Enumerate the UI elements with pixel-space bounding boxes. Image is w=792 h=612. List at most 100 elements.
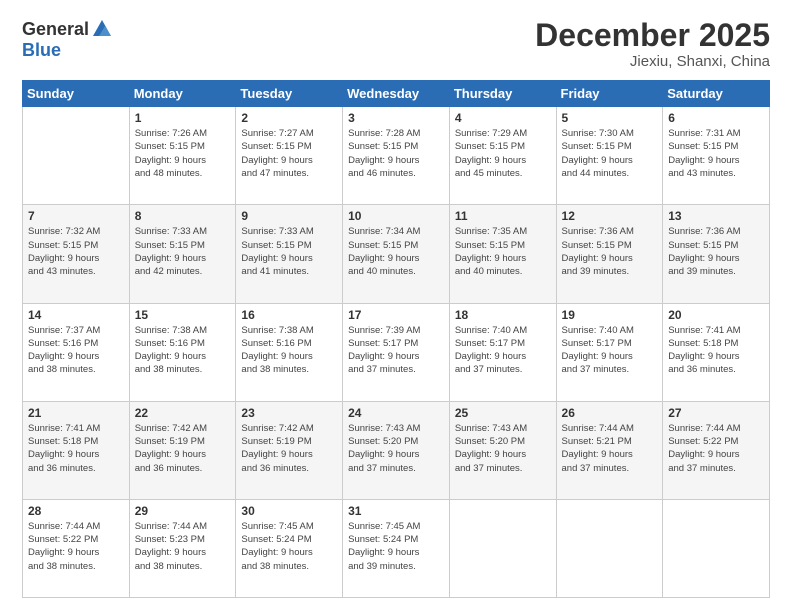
day-number: 20: [668, 308, 764, 322]
cell-line: and 38 minutes.: [135, 560, 231, 573]
cell-line: Sunset: 5:19 PM: [135, 435, 231, 448]
cell-line: Sunset: 5:22 PM: [668, 435, 764, 448]
table-row: 13Sunrise: 7:36 AMSunset: 5:15 PMDayligh…: [663, 205, 770, 303]
cell-line: Sunset: 5:19 PM: [241, 435, 337, 448]
cell-line: Daylight: 9 hours: [241, 546, 337, 559]
cell-line: Sunrise: 7:31 AM: [668, 127, 764, 140]
page: General Blue December 2025 Jiexiu, Shanx…: [0, 0, 792, 612]
day-number: 10: [348, 209, 444, 223]
table-row: 4Sunrise: 7:29 AMSunset: 5:15 PMDaylight…: [449, 107, 556, 205]
table-row: 27Sunrise: 7:44 AMSunset: 5:22 PMDayligh…: [663, 401, 770, 499]
day-number: 15: [135, 308, 231, 322]
cell-content: Sunrise: 7:42 AMSunset: 5:19 PMDaylight:…: [241, 422, 337, 475]
cell-line: Sunrise: 7:39 AM: [348, 324, 444, 337]
logo-icon: [91, 18, 113, 40]
day-number: 23: [241, 406, 337, 420]
cell-line: Sunset: 5:16 PM: [241, 337, 337, 350]
cell-line: and 38 minutes.: [28, 363, 124, 376]
cell-line: and 37 minutes.: [562, 363, 658, 376]
table-row: [449, 499, 556, 597]
cell-line: Daylight: 9 hours: [455, 448, 551, 461]
day-number: 21: [28, 406, 124, 420]
cell-line: Daylight: 9 hours: [241, 448, 337, 461]
cell-line: Daylight: 9 hours: [455, 252, 551, 265]
table-row: 3Sunrise: 7:28 AMSunset: 5:15 PMDaylight…: [343, 107, 450, 205]
cell-content: Sunrise: 7:37 AMSunset: 5:16 PMDaylight:…: [28, 324, 124, 377]
cell-line: Sunset: 5:15 PM: [241, 140, 337, 153]
title-section: December 2025 Jiexiu, Shanxi, China: [535, 18, 770, 70]
day-number: 2: [241, 111, 337, 125]
logo: General Blue: [22, 18, 113, 61]
cell-line: Sunrise: 7:27 AM: [241, 127, 337, 140]
logo-general-text: General: [22, 19, 89, 40]
cell-line: Sunset: 5:15 PM: [455, 140, 551, 153]
cell-content: Sunrise: 7:43 AMSunset: 5:20 PMDaylight:…: [348, 422, 444, 475]
day-number: 9: [241, 209, 337, 223]
table-row: 15 Sunrise: 7:38 AMSunset: 5:16 PMDayligh…: [129, 303, 236, 401]
table-row: 19 Sunrise: 7:40 AMSunset: 5:17 PMDayligh…: [556, 303, 663, 401]
cell-line: Daylight: 9 hours: [455, 350, 551, 363]
cell-line: Sunset: 5:24 PM: [241, 533, 337, 546]
table-row: 11Sunrise: 7:35 AMSunset: 5:15 PMDayligh…: [449, 205, 556, 303]
table-row: 9 Sunrise: 7:33 AMSunset: 5:15 PMDaylight…: [236, 205, 343, 303]
cell-line: Sunrise: 7:26 AM: [135, 127, 231, 140]
cell-content: Sunrise: 7:38 AMSunset: 5:16 PMDaylight:…: [135, 324, 231, 377]
cell-line: Daylight: 9 hours: [135, 546, 231, 559]
cell-content: Sunrise: 7:40 AMSunset: 5:17 PMDaylight:…: [562, 324, 658, 377]
location: Jiexiu, Shanxi, China: [535, 53, 770, 70]
day-number: 8: [135, 209, 231, 223]
cell-line: Daylight: 9 hours: [241, 252, 337, 265]
cell-line: Sunset: 5:21 PM: [562, 435, 658, 448]
day-number: 27: [668, 406, 764, 420]
cell-line: Sunset: 5:15 PM: [668, 239, 764, 252]
day-number: 25: [455, 406, 551, 420]
cell-content: Sunrise: 7:31 AMSunset: 5:15 PMDaylight:…: [668, 127, 764, 180]
table-row: 30Sunrise: 7:45 AMSunset: 5:24 PMDayligh…: [236, 499, 343, 597]
cell-content: Sunrise: 7:33 AMSunset: 5:15 PMDaylight:…: [241, 225, 337, 278]
table-row: 14Sunrise: 7:37 AMSunset: 5:16 PMDayligh…: [23, 303, 130, 401]
day-number: 19: [562, 308, 658, 322]
cell-line: Daylight: 9 hours: [28, 448, 124, 461]
cell-line: Sunrise: 7:40 AM: [562, 324, 658, 337]
cell-line: Sunrise: 7:29 AM: [455, 127, 551, 140]
cell-content: Sunrise: 7:42 AMSunset: 5:19 PMDaylight:…: [135, 422, 231, 475]
cell-line: Daylight: 9 hours: [135, 252, 231, 265]
cell-line: and 36 minutes.: [135, 462, 231, 475]
col-friday: Friday: [556, 81, 663, 107]
table-row: 24Sunrise: 7:43 AMSunset: 5:20 PMDayligh…: [343, 401, 450, 499]
cell-line: Daylight: 9 hours: [241, 350, 337, 363]
cell-content: Sunrise: 7:38 AMSunset: 5:16 PMDaylight:…: [241, 324, 337, 377]
cell-line: Sunrise: 7:28 AM: [348, 127, 444, 140]
calendar-table: Sunday Monday Tuesday Wednesday Thursday…: [22, 80, 770, 598]
day-number: 22: [135, 406, 231, 420]
cell-line: and 47 minutes.: [241, 167, 337, 180]
cell-line: Sunset: 5:15 PM: [135, 239, 231, 252]
col-monday: Monday: [129, 81, 236, 107]
cell-line: Sunrise: 7:37 AM: [28, 324, 124, 337]
cell-line: Daylight: 9 hours: [135, 154, 231, 167]
cell-line: and 43 minutes.: [28, 265, 124, 278]
day-number: 13: [668, 209, 764, 223]
cell-line: Daylight: 9 hours: [28, 350, 124, 363]
cell-line: Sunrise: 7:34 AM: [348, 225, 444, 238]
day-number: 30: [241, 504, 337, 518]
cell-line: Sunset: 5:16 PM: [135, 337, 231, 350]
cell-line: and 38 minutes.: [135, 363, 231, 376]
table-row: 16Sunrise: 7:38 AMSunset: 5:16 PMDayligh…: [236, 303, 343, 401]
cell-content: Sunrise: 7:43 AMSunset: 5:20 PMDaylight:…: [455, 422, 551, 475]
month-title: December 2025: [535, 18, 770, 53]
table-row: 18Sunrise: 7:40 AMSunset: 5:17 PMDayligh…: [449, 303, 556, 401]
cell-line: Sunset: 5:24 PM: [348, 533, 444, 546]
table-row: 25 Sunrise: 7:43 AMSunset: 5:20 PMDayligh…: [449, 401, 556, 499]
cell-line: Sunrise: 7:36 AM: [562, 225, 658, 238]
cell-line: Daylight: 9 hours: [28, 252, 124, 265]
table-row: 17Sunrise: 7:39 AMSunset: 5:17 PMDayligh…: [343, 303, 450, 401]
cell-content: Sunrise: 7:40 AMSunset: 5:17 PMDaylight:…: [455, 324, 551, 377]
cell-content: Sunrise: 7:41 AMSunset: 5:18 PMDaylight:…: [28, 422, 124, 475]
cell-line: Sunrise: 7:43 AM: [348, 422, 444, 435]
cell-line: Sunset: 5:15 PM: [348, 140, 444, 153]
cell-line: and 36 minutes.: [241, 462, 337, 475]
table-row: [556, 499, 663, 597]
calendar-header-row: Sunday Monday Tuesday Wednesday Thursday…: [23, 81, 770, 107]
cell-line: Daylight: 9 hours: [135, 448, 231, 461]
